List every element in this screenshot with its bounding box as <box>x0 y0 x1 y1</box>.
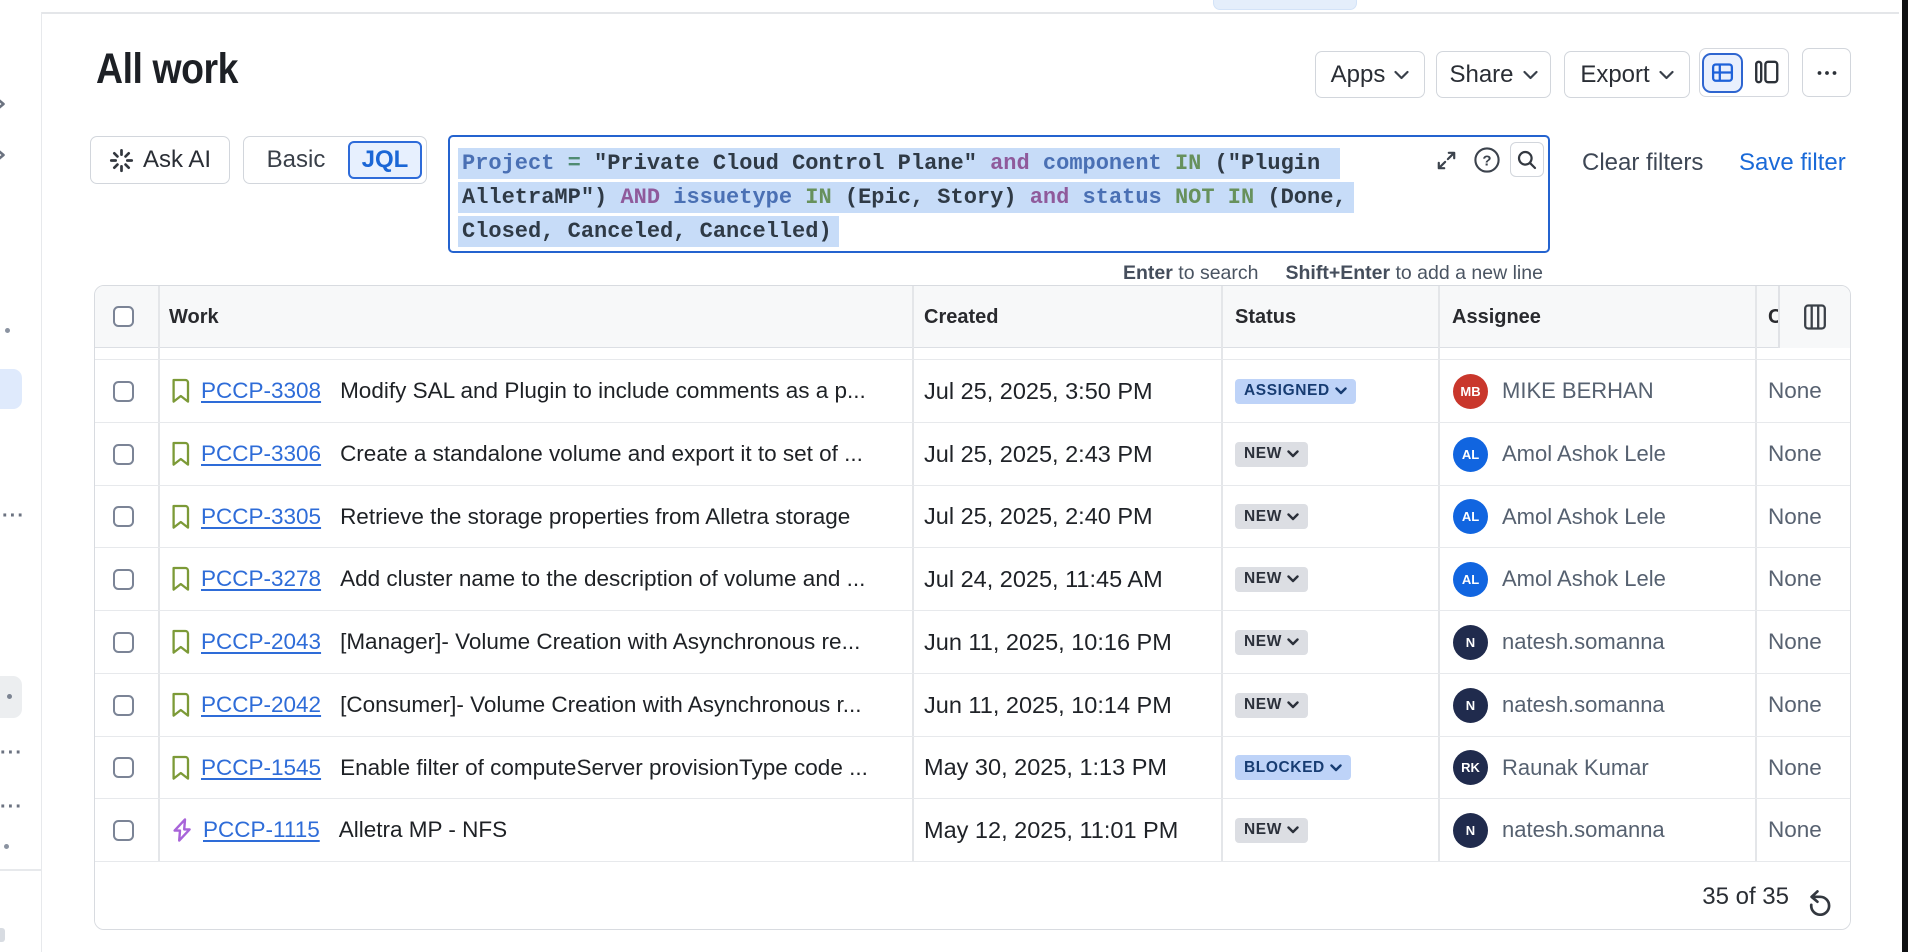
svg-text:?: ? <box>1482 153 1491 170</box>
